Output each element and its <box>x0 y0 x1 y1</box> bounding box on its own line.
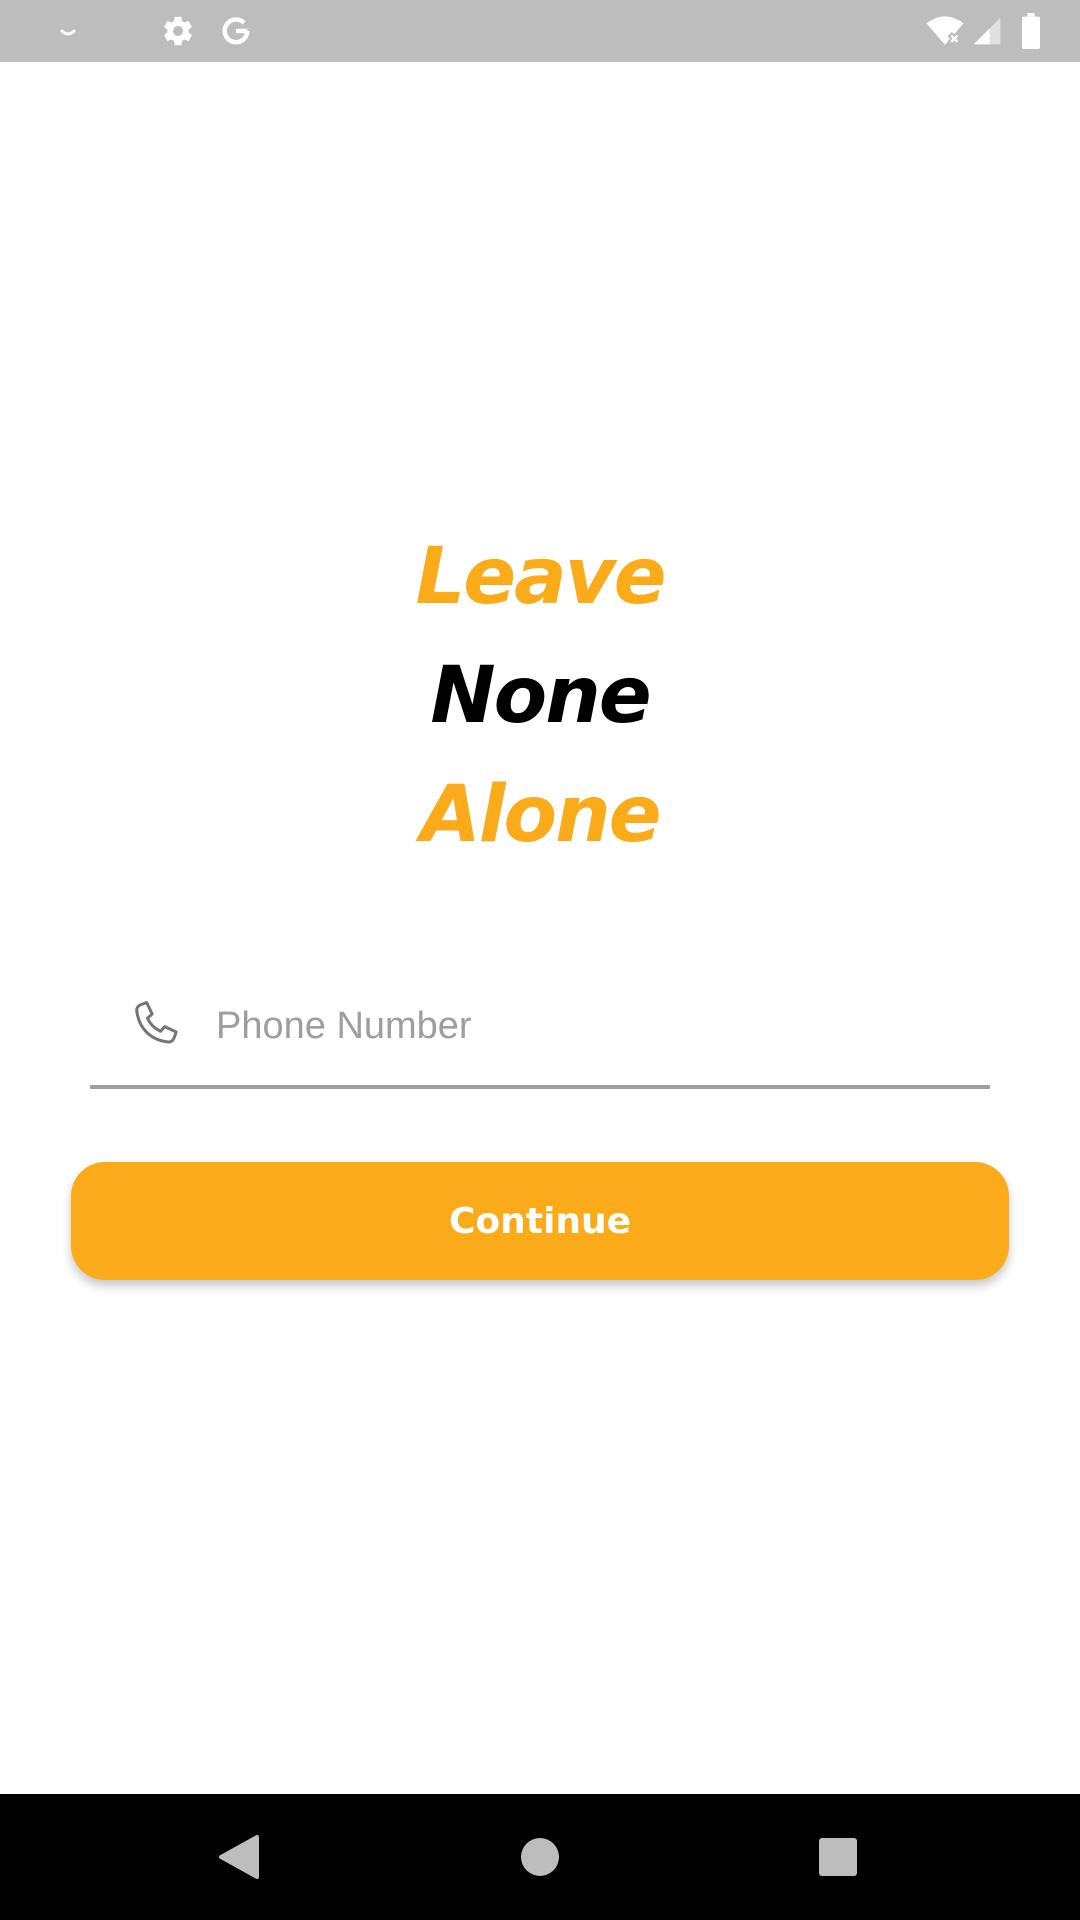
login-screen: Leave None Alone Continue <box>0 0 1080 1920</box>
wifi-no-internet-icon <box>922 0 968 62</box>
phone-number-field[interactable] <box>90 975 990 1089</box>
battery-icon <box>1016 0 1046 62</box>
status-bar <box>0 0 1080 62</box>
slogan-line-leave: Leave <box>415 532 667 622</box>
continue-button[interactable]: Continue <box>71 1162 1009 1280</box>
phone-number-input[interactable] <box>216 991 976 1061</box>
notification-dot-icon <box>56 0 80 62</box>
recents-icon[interactable] <box>778 1794 898 1920</box>
app-slogan: Leave None Alone <box>0 518 1080 875</box>
google-g-icon <box>216 0 256 62</box>
settings-gear-icon <box>158 0 198 62</box>
slogan-line-none: None <box>430 651 651 741</box>
phone-icon <box>126 997 182 1053</box>
slogan-line-alone: Alone <box>420 770 661 860</box>
cell-signal-icon <box>970 0 1004 62</box>
back-icon[interactable] <box>179 1794 299 1920</box>
system-navigation-bar <box>0 1794 1080 1920</box>
home-icon[interactable] <box>480 1794 600 1920</box>
